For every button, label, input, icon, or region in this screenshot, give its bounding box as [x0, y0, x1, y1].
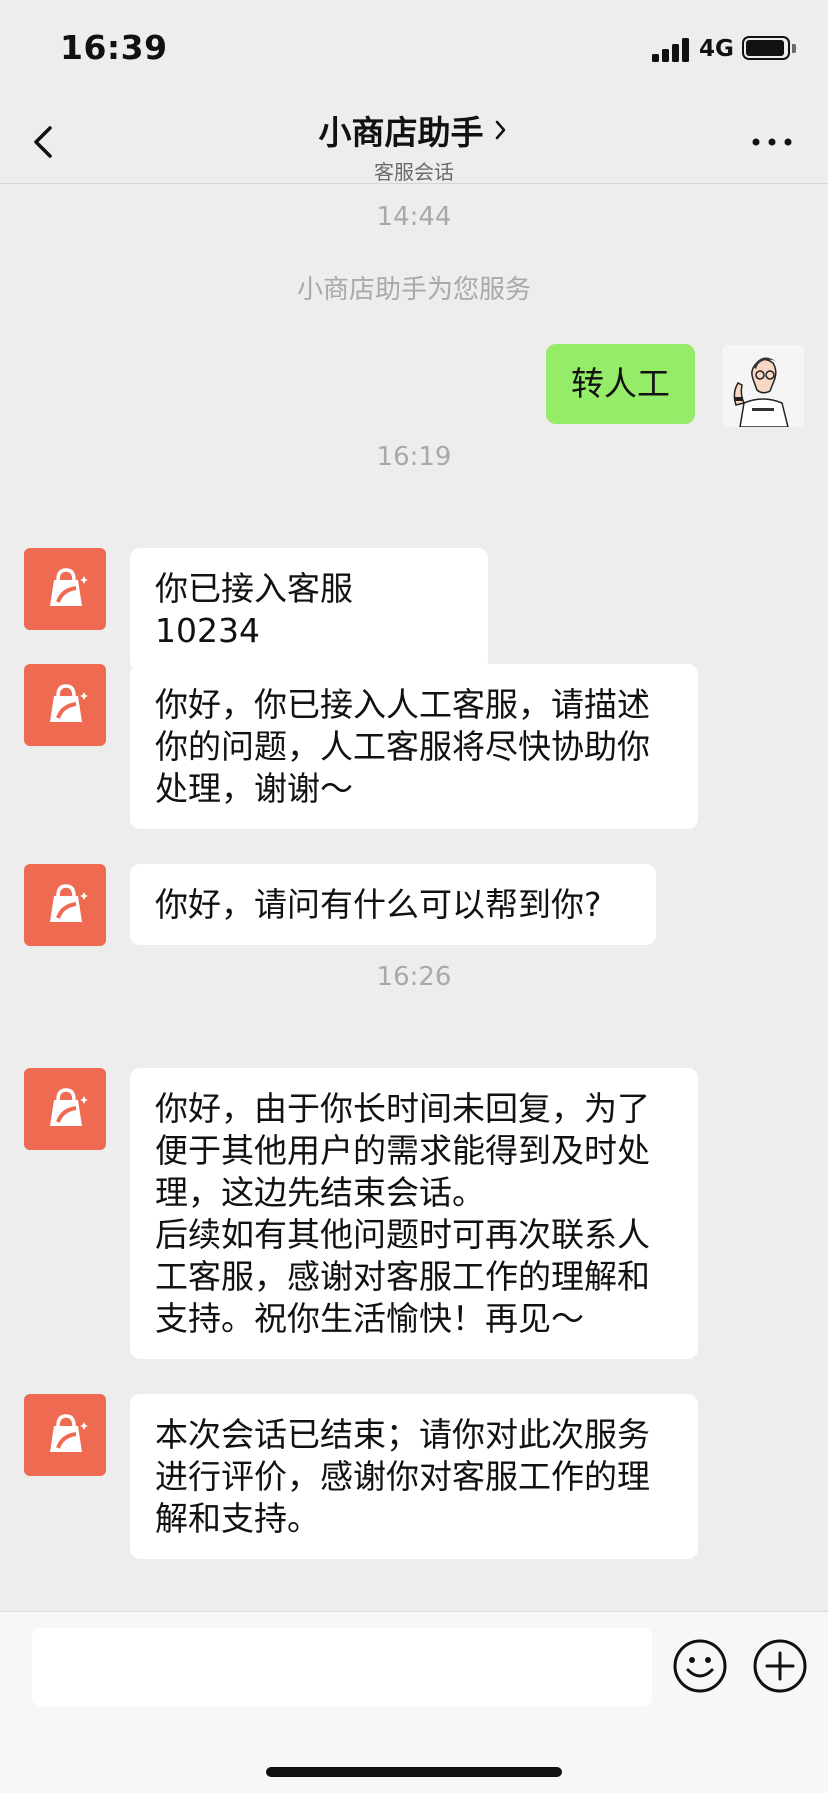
user-avatar[interactable]	[722, 345, 804, 427]
emoji-button[interactable]	[672, 1638, 728, 1694]
message-input[interactable]	[32, 1628, 652, 1706]
emoji-icon	[673, 1639, 727, 1693]
bot-message-bubble[interactable]: 本次会话已结束；请你对此次服务 进行评价，感谢你对客服工作的理 解和支持。	[130, 1394, 698, 1559]
chevron-right-icon	[495, 120, 505, 140]
timestamp: 14:44	[376, 202, 452, 232]
shop-avatar[interactable]	[24, 664, 106, 746]
bot-message-bubble[interactable]: 你好，请问有什么可以帮到你?	[130, 864, 656, 945]
shop-bag-icon	[50, 1088, 88, 1126]
shop-avatar[interactable]	[24, 864, 106, 946]
shop-bag-icon	[50, 684, 88, 722]
timestamp: 16:19	[376, 442, 452, 472]
signal-bars-icon	[652, 38, 692, 62]
shop-avatar[interactable]	[24, 1394, 106, 1476]
network-type: 4G	[699, 36, 734, 62]
more-button[interactable]	[748, 130, 796, 154]
nav-bar: 小商店助手 客服会话	[0, 100, 828, 184]
bot-message-bubble[interactable]: 你已接入客服 10234	[130, 548, 488, 671]
shop-avatar[interactable]	[24, 1068, 106, 1150]
bot-message-bubble[interactable]: 你好，由于你长时间未回复，为了 便于其他用户的需求能得到及时处 理，这边先结束会…	[130, 1068, 698, 1359]
timestamp: 16:26	[376, 962, 452, 992]
shop-bag-icon	[50, 568, 88, 606]
bot-message-bubble[interactable]: 你好，你已接入人工客服，请描述 你的问题，人工客服将尽快协助你 处理，谢谢～	[130, 664, 698, 829]
shop-avatar[interactable]	[24, 548, 106, 630]
plus-button[interactable]	[752, 1638, 808, 1694]
my-message-bubble[interactable]: 转人工	[546, 344, 695, 424]
system-message: 小商店助手为您服务	[296, 275, 531, 305]
page-subtitle: 客服会话	[374, 160, 454, 184]
battery-cap	[792, 44, 796, 53]
chat-area[interactable]: 14:44 小商店助手为您服务 转人工 16:19 你已接入客服 10234 你…	[0, 184, 828, 1610]
more-dots-icon	[752, 138, 792, 146]
battery-icon	[742, 36, 790, 60]
page-title: 小商店助手	[318, 113, 484, 152]
plus-circle-icon	[753, 1639, 807, 1693]
header-title-group[interactable]: 小商店助手 客服会话	[0, 106, 828, 185]
home-indicator[interactable]	[266, 1767, 562, 1777]
status-time: 16:39	[60, 28, 168, 67]
input-bar	[0, 1611, 828, 1793]
user-avatar-illustration	[722, 345, 804, 427]
status-bar: 16:39 4G	[0, 0, 828, 100]
shop-bag-icon	[50, 1414, 88, 1452]
shop-bag-icon	[50, 884, 88, 922]
